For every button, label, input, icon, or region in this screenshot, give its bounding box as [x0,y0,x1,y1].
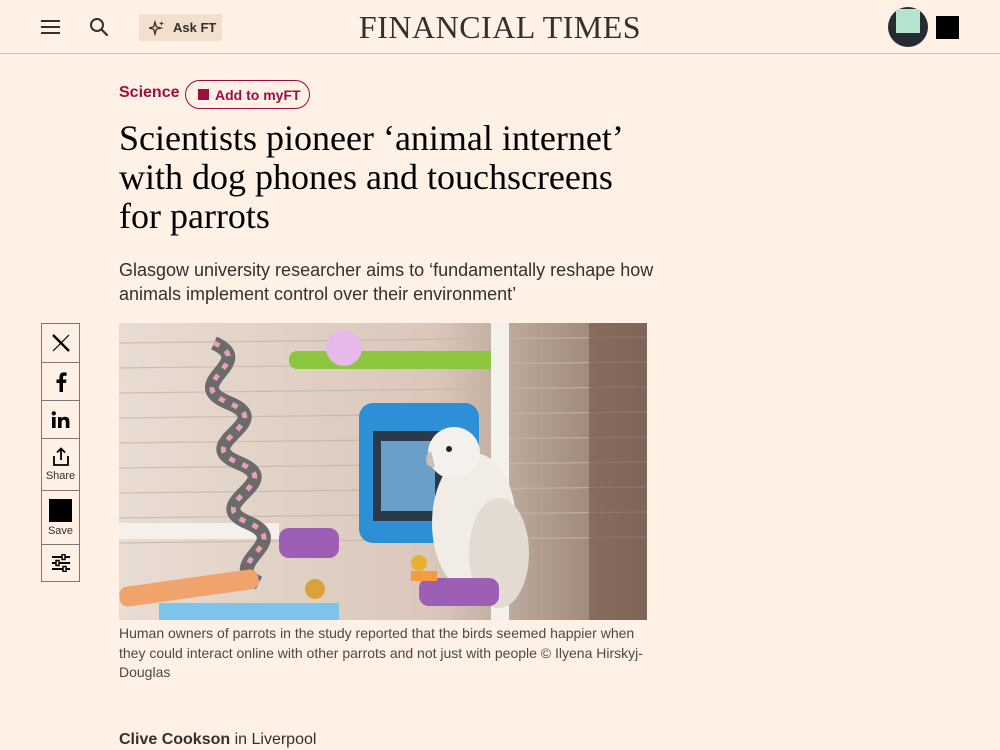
parrot-photo [119,323,647,620]
share-button[interactable]: Share [41,438,80,491]
share-x-button[interactable] [41,323,80,363]
hero-image [119,323,647,620]
site-header: Ask FT FINANCIAL TIMES [0,0,1000,54]
menu-icon-bar [41,20,60,22]
add-to-myft-label: Add to myFT [215,86,301,103]
menu-button[interactable] [40,17,62,37]
myft-square-icon [198,89,209,100]
menu-icon-bar [41,32,60,34]
search-button[interactable] [88,16,110,38]
linkedin-icon [51,410,69,428]
menu-icon-bar [41,26,60,28]
search-icon [90,18,109,37]
image-caption: Human owners of parrots in the study rep… [119,625,643,680]
save-icon [49,498,72,522]
share-linkedin-button[interactable] [41,400,80,439]
account-button[interactable] [936,16,959,39]
byline-author-link[interactable]: Clive Cookson [119,731,230,748]
avatar-image [896,9,920,33]
ft-logo[interactable]: FINANCIAL TIMES [320,8,680,46]
byline-location: in Liverpool [230,731,317,748]
user-avatar[interactable] [888,7,928,47]
article-tools-button[interactable] [41,544,80,582]
x-icon [51,334,70,352]
topic-link[interactable]: Science [119,84,179,102]
share-label: Share [45,470,76,482]
add-to-myft-button[interactable]: Add to myFT [185,80,310,109]
article-standfirst: Glasgow university researcher aims to ‘f… [119,260,654,304]
share-facebook-button[interactable] [41,362,80,401]
sliders-icon [51,554,70,572]
share-icon [52,447,69,466]
byline: Clive Cookson in Liverpool [119,731,316,749]
ask-ft-label: Ask FT [173,20,217,35]
save-button[interactable]: Save [41,490,80,545]
facebook-icon [56,371,67,392]
article-headline: Scientists pioneer ‘animal internet’ wit… [119,118,622,236]
sparkle-icon [149,19,164,36]
save-label: Save [47,524,74,537]
ask-ft-button[interactable]: Ask FT [139,14,222,41]
